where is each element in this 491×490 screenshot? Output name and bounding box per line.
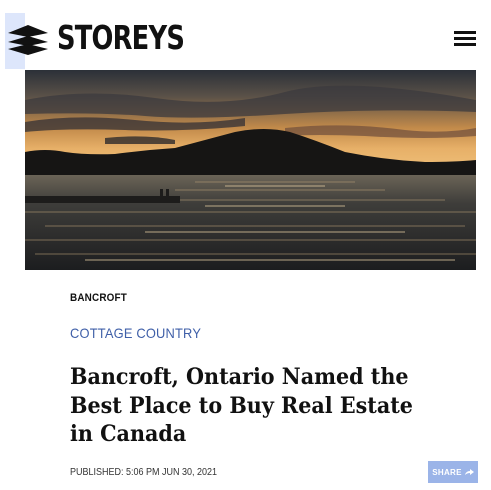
storeys-logo-icon[interactable] — [8, 25, 48, 55]
hero-image — [25, 70, 476, 270]
hamburger-menu-icon[interactable] — [454, 31, 476, 47]
article-header: BANCROFT COTTAGE COUNTRY Bancroft, Ontar… — [0, 270, 491, 490]
share-button[interactable]: SHARE — [428, 461, 478, 483]
lake-sunset-image — [25, 70, 476, 270]
site-header: STOREYS — [0, 0, 491, 70]
section-link[interactable]: COTTAGE COUNTRY — [70, 325, 201, 341]
published-date: PUBLISHED: 5:06 PM JUN 30, 2021 — [70, 467, 218, 478]
article-category[interactable]: BANCROFT — [70, 292, 127, 304]
share-arrow-icon — [464, 469, 474, 475]
share-label: SHARE — [432, 467, 462, 477]
site-logo[interactable]: STOREYS — [57, 18, 185, 57]
article-headline: Bancroft, Ontario Named the Best Place t… — [70, 364, 413, 447]
